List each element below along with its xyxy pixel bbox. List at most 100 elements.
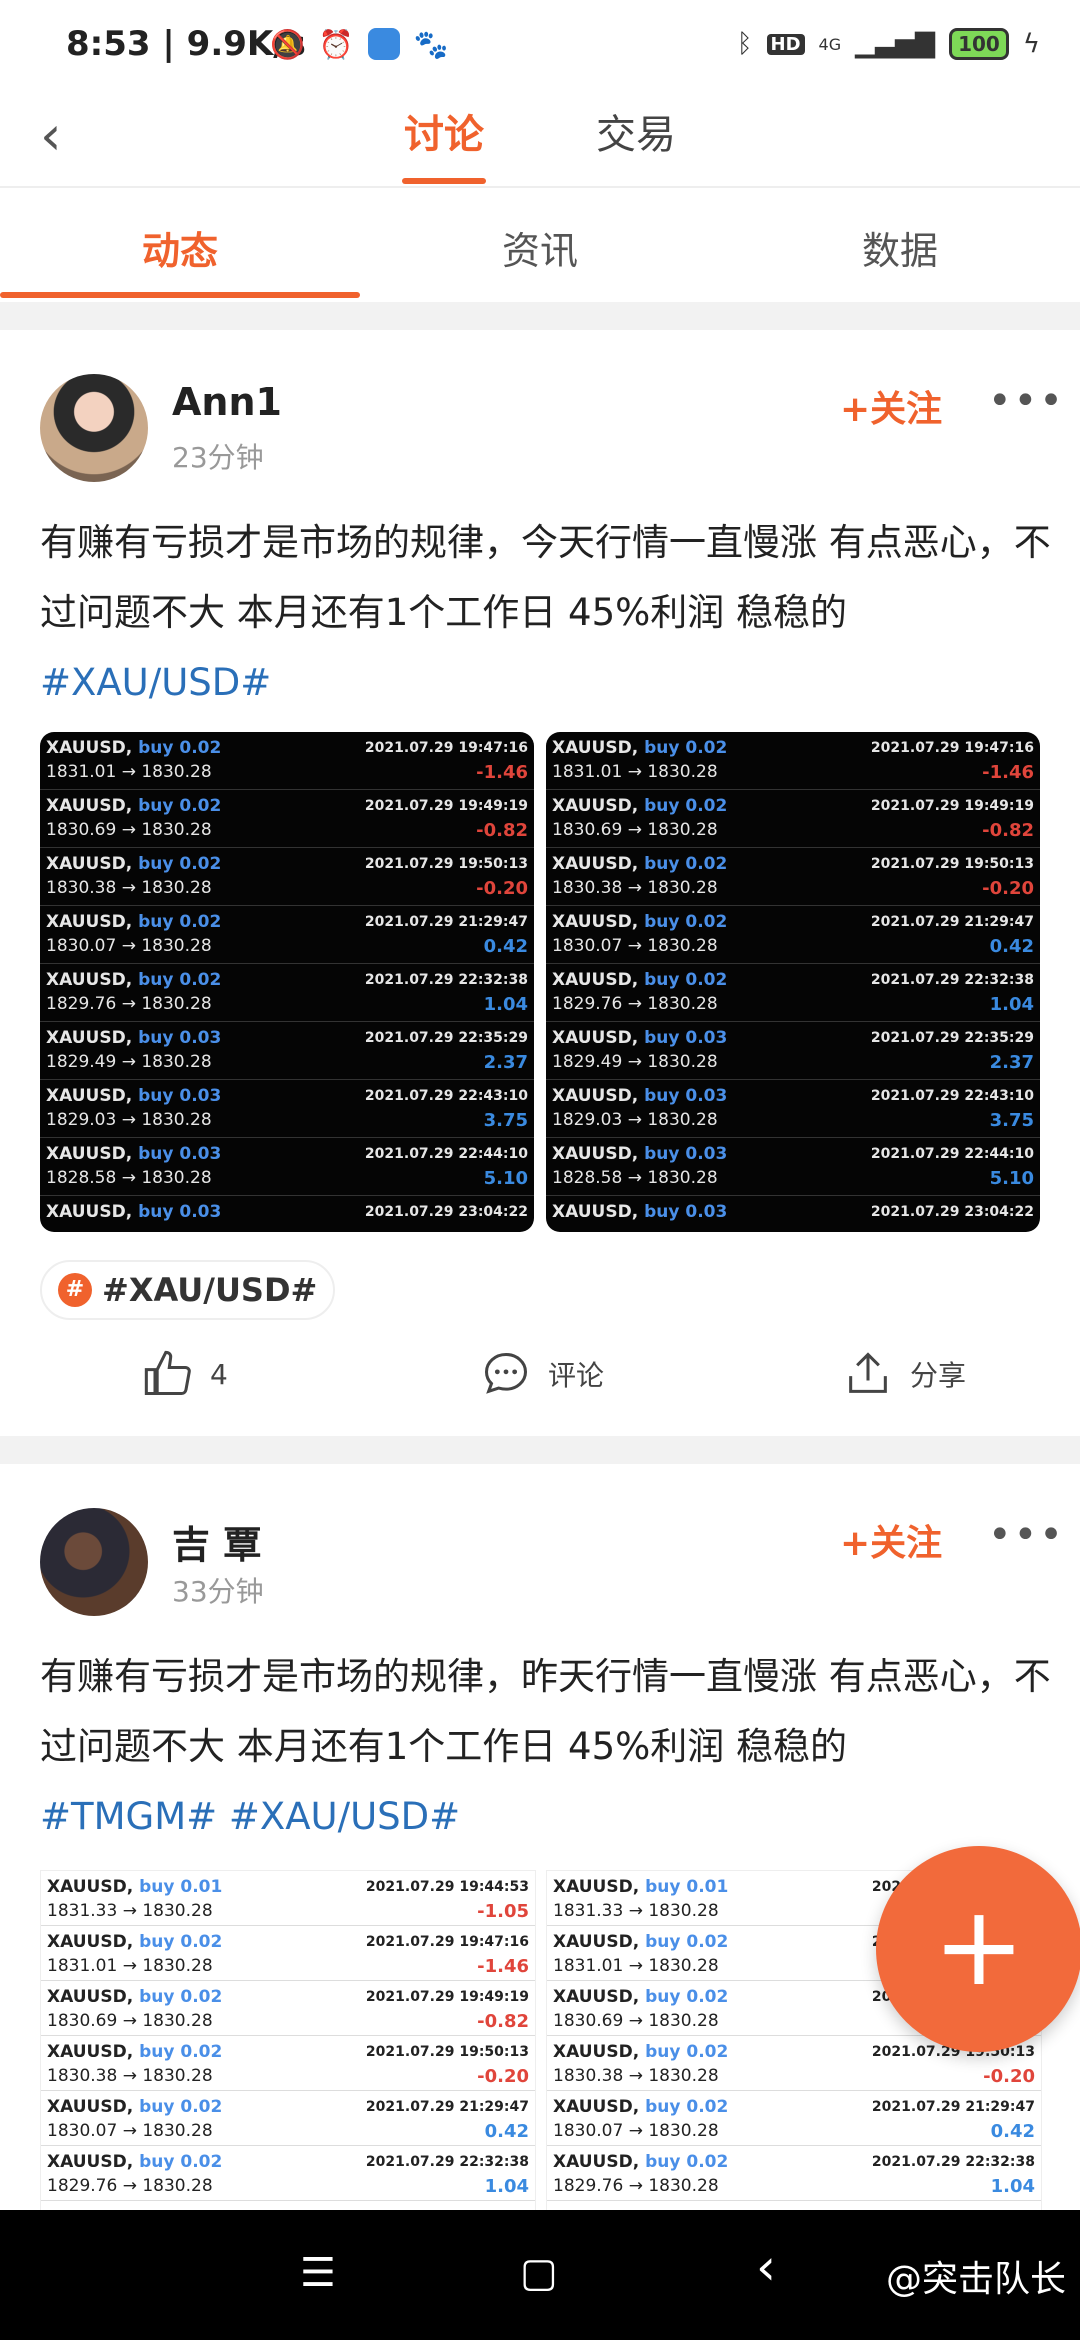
trade-symbol: XAUUSD, buy 0.02	[552, 912, 727, 932]
post-username[interactable]: 吉 覃	[172, 1514, 261, 1569]
tab-trade[interactable]: 交易	[596, 110, 676, 160]
trade-time: 2021.07.29 21:29:47	[364, 914, 528, 930]
hashtag-link[interactable]: #XAU/USD#	[40, 661, 271, 704]
comment-label: 评论	[548, 1359, 605, 1392]
trade-pl: -0.20	[476, 878, 528, 899]
trade-pl: -0.82	[982, 820, 1034, 841]
trade-time: 2021.07.29 22:44:10	[364, 1146, 528, 1162]
trade-side: buy 0.03	[644, 1086, 728, 1106]
trade-row: XAUUSD, buy 0.02 2021.07.29 22:32:38 1829.…	[41, 2146, 535, 2201]
system-nav-bar: ☰ ▢ ‹ @突击队长	[0, 2210, 1080, 2340]
trade-price: 1830.07 → 1830.28	[553, 2121, 719, 2141]
trade-price: 1831.33 → 1830.28	[47, 1901, 213, 1921]
avatar[interactable]	[40, 1508, 148, 1616]
trade-row: XAUUSD, buy 0.01 2021.07.29 19:44:53 1831.…	[41, 1871, 535, 1926]
trade-side: buy 0.01	[645, 1877, 729, 1897]
trade-row: XAUUSD, buy 0.02 2021.07.29 21:29:47 1830.…	[546, 906, 1040, 964]
trade-pl: -0.20	[983, 2066, 1035, 2087]
like-count: 4	[210, 1357, 228, 1391]
charging-icon: ϟ	[1022, 29, 1040, 59]
chevron-left-icon[interactable]: ‹	[40, 106, 62, 166]
avatar[interactable]	[40, 374, 148, 482]
trade-symbol: XAUUSD, buy 0.02	[552, 970, 727, 990]
trade-symbol-name: XAUUSD,	[552, 738, 639, 758]
trade-row: XAUUSD, buy 0.03 2021.07.29 22:35:29 1829.…	[546, 1022, 1040, 1080]
trade-row: XAUUSD, buy 0.03 2021.07.29 22:44:10 1828.…	[40, 1138, 534, 1196]
trade-symbol: XAUUSD, buy 0.03	[46, 1144, 221, 1164]
menu-icon[interactable]: ☰	[300, 2250, 336, 2296]
post-username[interactable]: Ann1	[172, 380, 282, 424]
trade-row: XAUUSD, buy 0.02 2021.07.29 21:29:47 1830.…	[40, 906, 534, 964]
follow-button[interactable]: +关注	[840, 380, 942, 432]
follow-button[interactable]: +关注	[840, 1514, 942, 1566]
trade-side: buy 0.03	[138, 1086, 222, 1106]
trade-time: 2021.07.29 19:50:13	[365, 2044, 529, 2060]
post-time: 23分钟	[172, 441, 264, 474]
trade-side: buy 0.02	[644, 738, 728, 758]
trade-symbol: XAUUSD, buy 0.02	[47, 1987, 222, 2007]
back-icon[interactable]: ‹	[756, 2238, 776, 2296]
tab-discussion[interactable]: 讨论	[404, 110, 484, 160]
trade-screenshot[interactable]: XAUUSD, buy 0.01 2021.07.29 19:44:53 1831.…	[40, 1870, 536, 2212]
trade-price: 1830.07 → 1830.28	[552, 936, 718, 956]
trade-screenshot[interactable]: XAUUSD, buy 0.02 2021.07.29 19:47:16 1831.…	[546, 732, 1040, 1232]
share-button[interactable]: 分享	[842, 1348, 966, 1400]
trade-price: 1831.01 → 1830.28	[552, 762, 718, 782]
trade-symbol: XAUUSD, buy 0.02	[552, 796, 727, 816]
subtab-news[interactable]: 资讯	[360, 220, 720, 275]
comment-button[interactable]: 评论	[480, 1348, 604, 1400]
trade-time: 2021.07.29 22:32:38	[870, 972, 1034, 988]
trade-side: buy 0.02	[138, 854, 222, 874]
trade-time: 2021.07.29 19:47:16	[365, 1934, 529, 1950]
trade-symbol: XAUUSD, buy 0.03	[552, 1144, 727, 1164]
trade-symbol-name: XAUUSD,	[553, 1987, 640, 2007]
trade-side: buy 0.01	[139, 1877, 223, 1897]
divider	[0, 186, 1080, 188]
trade-symbol-name: XAUUSD,	[553, 1877, 640, 1897]
trade-side: buy 0.02	[644, 912, 728, 932]
post-text: 有赚有亏损才是市场的规律，昨天行情一直慢涨 有点恶心，不过问题不大 本月还有1个…	[40, 1642, 1060, 1852]
trade-pl: 1.04	[484, 2176, 529, 2197]
app-icon	[367, 28, 400, 60]
trade-side: buy 0.02	[645, 1987, 729, 2007]
baidu-icon: 🐾	[413, 28, 449, 61]
hashtag-link[interactable]: #TMGM#	[40, 1795, 217, 1838]
trade-side: buy 0.02	[139, 2152, 223, 2172]
trade-symbol: XAUUSD, buy 0.02	[553, 2097, 728, 2117]
hashtag-link[interactable]: #XAU/USD#	[229, 1795, 460, 1838]
trade-row: XAUUSD, buy 0.02 2021.07.29 22:32:38 1829.…	[547, 2146, 1041, 2201]
trade-symbol-name: XAUUSD,	[553, 2042, 640, 2062]
trade-symbol-name: XAUUSD,	[46, 1028, 133, 1048]
post-text: 有赚有亏损才是市场的规律，今天行情一直慢涨 有点恶心，不过问题不大 本月还有1个…	[40, 508, 1060, 718]
trade-pl: -1.46	[477, 1956, 529, 1977]
more-icon[interactable]: •••	[988, 1512, 1065, 1558]
more-icon[interactable]: •••	[988, 378, 1065, 424]
subtab-data[interactable]: 数据	[720, 220, 1080, 275]
comment-icon	[484, 1352, 528, 1394]
trade-pl: -1.05	[477, 1901, 529, 1922]
trade-symbol: XAUUSD, buy 0.02	[47, 2152, 222, 2172]
trade-price: 1828.58 → 1830.28	[552, 1168, 718, 1188]
trade-symbol-name: XAUUSD,	[46, 1144, 133, 1164]
trade-row: XAUUSD, buy 0.02 2021.07.29 19:49:19 1830.…	[546, 790, 1040, 848]
trade-symbol-name: XAUUSD,	[47, 2042, 134, 2062]
create-post-button[interactable]: +	[876, 1846, 1080, 2052]
trade-symbol-name: XAUUSD,	[46, 912, 133, 932]
tab-discussion-indicator	[402, 178, 486, 184]
trade-row: XAUUSD, buy 0.03 2021.07.29 22:43:10 1829.…	[40, 1080, 534, 1138]
trade-time: 2021.07.29 19:49:19	[870, 798, 1034, 814]
subtab-feed[interactable]: 动态	[0, 220, 360, 275]
top-nav: ‹ 讨论 交易	[0, 96, 1080, 188]
like-button[interactable]: 4	[142, 1348, 228, 1400]
signal-icon: ▁▃▅▇	[855, 29, 936, 59]
trade-price: 1829.76 → 1830.28	[47, 2176, 213, 2196]
trade-time: 2021.07.29 21:29:47	[365, 2099, 529, 2115]
trade-symbol-name: XAUUSD,	[552, 970, 639, 990]
topic-chip[interactable]: # #XAU/USD#	[40, 1260, 336, 1320]
trade-screenshot[interactable]: XAUUSD, buy 0.02 2021.07.29 19:47:16 1831.…	[40, 732, 534, 1232]
trade-side: buy 0.03	[644, 1028, 728, 1048]
trade-row: XAUUSD, buy 0.03 2021.07.29 23:04:22	[40, 1196, 534, 1232]
trade-symbol-name: XAUUSD,	[46, 1202, 133, 1222]
trade-symbol-name: XAUUSD,	[46, 796, 133, 816]
home-icon[interactable]: ▢	[520, 2250, 558, 2296]
